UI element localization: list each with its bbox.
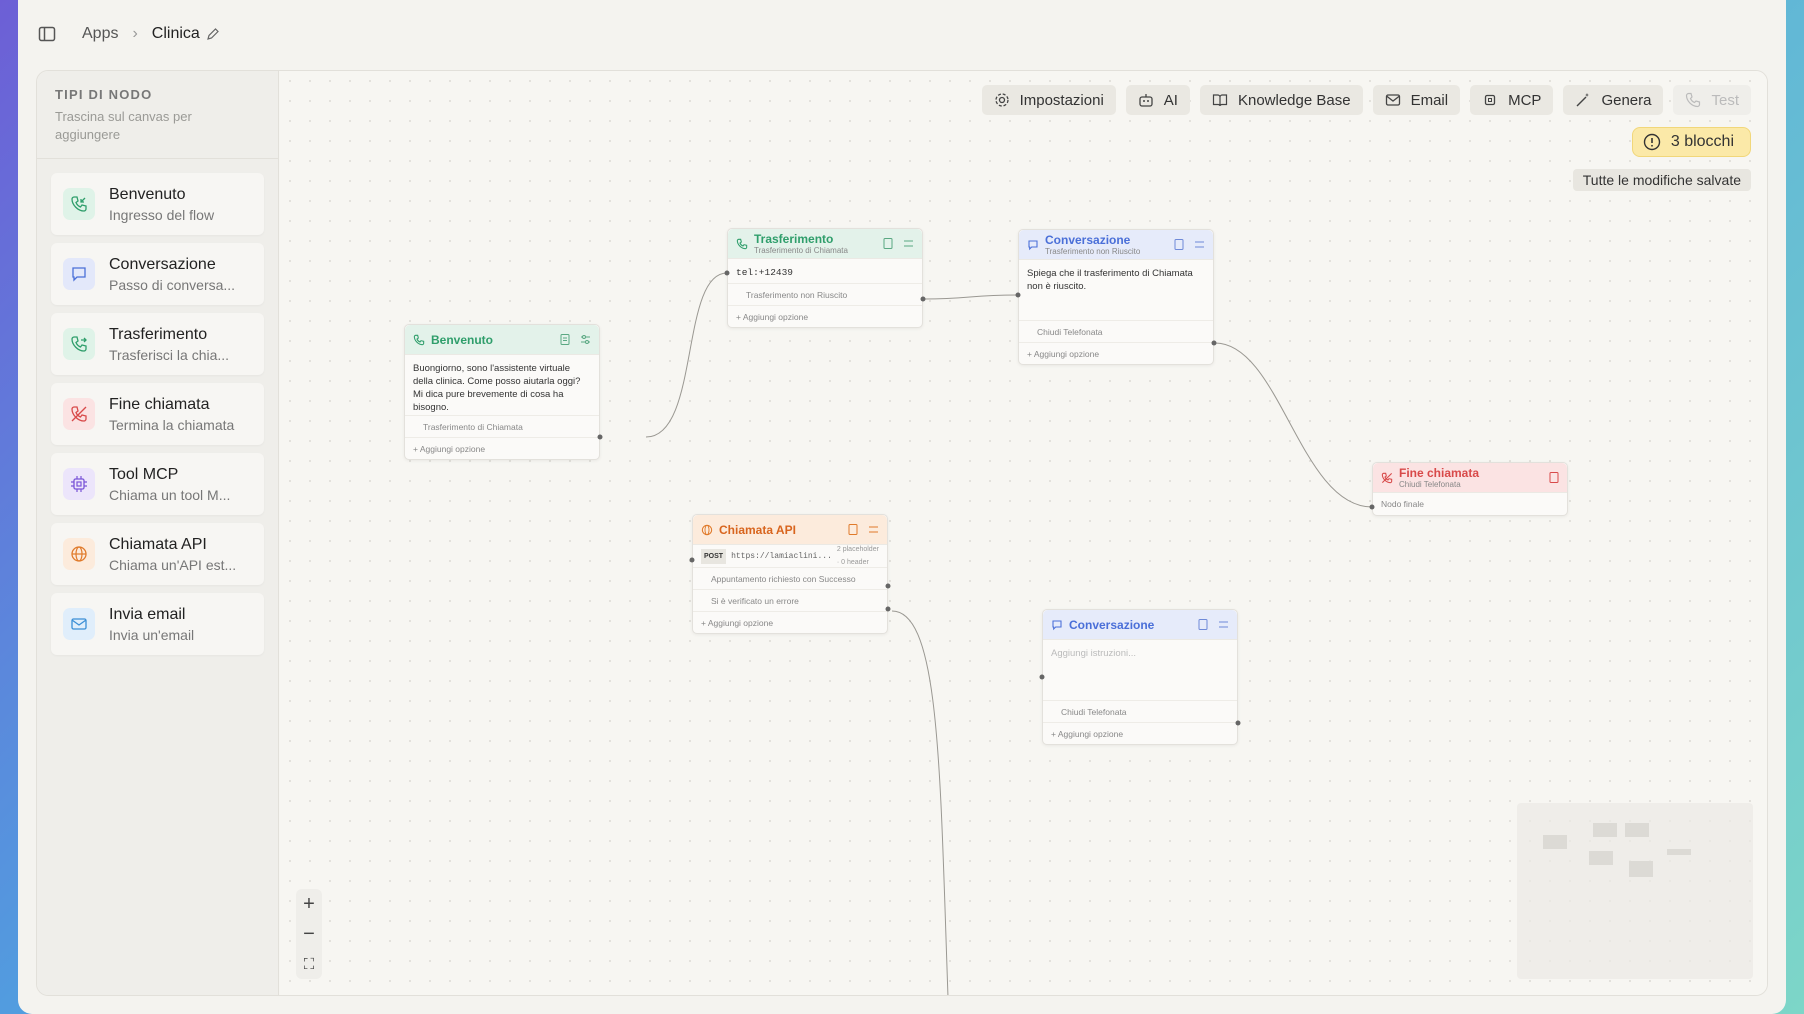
palette-item-title: Fine chiamata <box>109 395 210 413</box>
palette-item-title: Conversazione <box>109 255 216 273</box>
palette-item-subtitle: Ingresso del flow <box>109 206 215 223</box>
phone-incoming-icon <box>63 188 95 220</box>
fit-view-button[interactable]: ⛶ <box>304 949 315 979</box>
palette-item-benvenuto[interactable]: Benvenuto Ingresso del flow <box>51 173 264 235</box>
sidebar-subtitle: Trascina sul canvas per aggiungere <box>55 109 192 142</box>
node-palette: Benvenuto Ingresso del flow Conversazion… <box>37 159 278 669</box>
palette-item-subtitle: Chiama un'API est... <box>109 556 237 573</box>
cpu-icon <box>63 468 95 500</box>
palette-item-subtitle: Trasferisci la chia... <box>109 346 230 363</box>
zoom-controls: + − ⛶ <box>296 889 322 979</box>
top-bar: Apps › Clinica <box>18 0 1786 68</box>
editor-frame: TIPI DI NODO Trascina sul canvas per agg… <box>36 70 1768 996</box>
palette-item-title: Benvenuto <box>109 185 186 203</box>
edit-pencil-icon[interactable] <box>206 27 220 41</box>
app-window: Apps › Clinica TIPI DI NODO Trascina sul… <box>18 0 1786 1014</box>
palette-item-subtitle: Termina la chiamata <box>109 416 235 433</box>
palette-item-subtitle: Passo di conversa... <box>109 276 236 293</box>
palette-item-conversazione[interactable]: Conversazione Passo di conversa... <box>51 243 264 305</box>
minimap[interactable] <box>1517 803 1753 979</box>
palette-item-title: Invia email <box>109 605 186 623</box>
breadcrumb-chevron-icon: › <box>132 25 138 42</box>
zoom-out-button[interactable]: − <box>303 919 315 949</box>
palette-item-title: Tool MCP <box>109 465 179 483</box>
palette-item-subtitle: Invia un'email <box>109 626 195 643</box>
zoom-in-button[interactable]: + <box>303 889 315 919</box>
globe-icon <box>63 538 95 570</box>
breadcrumb-apps[interactable]: Apps <box>82 25 118 43</box>
chat-icon <box>63 258 95 290</box>
palette-item-tool-mcp[interactable]: Tool MCP Chiama un tool M... <box>51 453 264 515</box>
phone-off-icon <box>63 398 95 430</box>
breadcrumb-current: Clinica <box>151 25 200 42</box>
palette-item-chiamata-api[interactable]: Chiamata API Chiama un'API est... <box>51 523 264 585</box>
palette-item-invia-email[interactable]: Invia email Invia un'email <box>51 593 264 655</box>
sidebar-toggle-icon[interactable] <box>38 25 56 43</box>
palette-item-fine-chiamata[interactable]: Fine chiamata Termina la chiamata <box>51 383 264 445</box>
palette-item-trasferimento[interactable]: Trasferimento Trasferisci la chia... <box>51 313 264 375</box>
phone-forward-icon <box>63 328 95 360</box>
palette-item-title: Chiamata API <box>109 535 207 553</box>
mail-icon <box>63 608 95 640</box>
node-types-sidebar: TIPI DI NODO Trascina sul canvas per agg… <box>37 71 279 995</box>
flow-canvas[interactable]: Impostazioni AI Knowledge Base Email MCP <box>280 71 1767 995</box>
palette-item-subtitle: Chiama un tool M... <box>109 486 231 503</box>
sidebar-title: TIPI DI NODO <box>55 87 153 102</box>
palette-item-title: Trasferimento <box>109 325 208 343</box>
